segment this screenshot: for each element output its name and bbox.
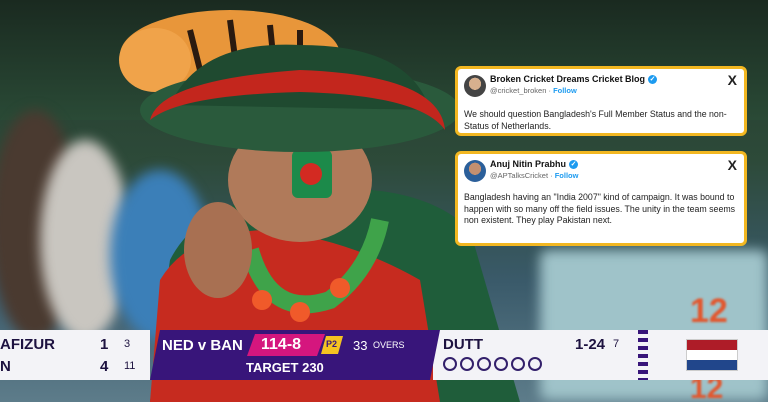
tweet-text: Bangladesh having an "India 2007" kind o…	[464, 192, 736, 225]
powerplay-label: P2	[326, 339, 338, 349]
author-name-text: Broken Cricket Dreams Cricket Blog	[490, 74, 646, 84]
bowler-name: DUTT	[443, 336, 483, 353]
bowler-overs: 7	[613, 338, 620, 350]
match-label: NED v BAN	[162, 337, 243, 354]
batter-1-runs: 1	[100, 336, 109, 353]
netherlands-flag-icon	[686, 339, 738, 371]
follow-button[interactable]: Follow	[555, 171, 579, 180]
team-score: 114-8	[261, 336, 302, 353]
divider	[638, 330, 648, 380]
ball-slot	[494, 357, 508, 371]
ball-slot	[443, 357, 457, 371]
tweet-author-name[interactable]: Broken Cricket Dreams Cricket Blog ✓	[490, 74, 658, 85]
tweet-handle: @APTalksCricket · Follow	[490, 171, 579, 180]
bowler-panel: DUTT 1-24 7	[433, 330, 768, 380]
ball-slot	[511, 357, 525, 371]
avatar[interactable]	[464, 75, 486, 97]
handle-text[interactable]: @APTalksCricket	[490, 171, 548, 180]
ball-slot	[477, 357, 491, 371]
batter-2-balls: 11	[124, 360, 136, 372]
avatar[interactable]	[464, 160, 486, 182]
face-flag-red	[300, 163, 322, 185]
bowler-figures: 1-24	[575, 336, 606, 353]
verified-icon: ✓	[648, 75, 658, 85]
score-panel: NED v BAN 114-8 P2 33 OVERS TARGET 230	[150, 330, 440, 380]
follow-button[interactable]: Follow	[553, 86, 577, 95]
batter-2-name: N	[0, 358, 11, 375]
over-ball-tracker	[443, 357, 545, 376]
overs-value: 33	[353, 338, 368, 353]
ball-slot	[528, 357, 542, 371]
tweet-author-name[interactable]: Anuj Nitin Prabhu ✓	[490, 159, 578, 170]
verified-icon: ✓	[569, 160, 578, 170]
batter-1-balls: 3	[124, 338, 131, 350]
ball-slot	[460, 357, 474, 371]
tweet-card-1: Broken Cricket Dreams Cricket Blog ✓ @cri…	[455, 66, 747, 136]
batter-2-runs: 4	[100, 358, 109, 375]
target-label: TARGET 230	[246, 360, 324, 375]
handle-text[interactable]: @cricket_broken	[490, 86, 546, 95]
hand	[184, 202, 252, 298]
tweet-card-2: Anuj Nitin Prabhu ✓ @APTalksCricket · Fol…	[455, 151, 747, 246]
batter-1-name: AFIZUR	[0, 336, 55, 353]
overs-label: OVERS	[373, 340, 405, 350]
tweet-text: We should question Bangladesh's Full Mem…	[464, 109, 727, 131]
tweet-handle: @cricket_broken · Follow	[490, 86, 577, 95]
x-logo-icon[interactable]: X	[728, 157, 737, 173]
x-logo-icon[interactable]: X	[728, 72, 737, 88]
batters-panel: AFIZUR 1 3 N 4 11	[0, 330, 150, 380]
scoreboard: AFIZUR 1 3 N 4 11 DUTT 1-24 7 NED v BAN …	[0, 330, 768, 380]
author-name-text: Anuj Nitin Prabhu	[490, 159, 566, 169]
